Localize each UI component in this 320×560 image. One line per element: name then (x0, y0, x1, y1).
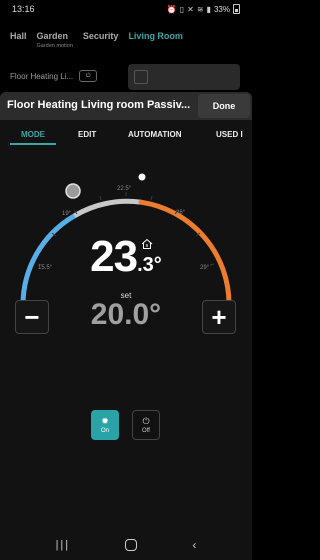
room-tab-label: Hall (10, 31, 27, 41)
status-icons: ⏰ ▯ ✕ ≋ ▮ 33% (167, 4, 240, 14)
room-tab-garden[interactable]: Garden Garden motion (37, 22, 73, 49)
increase-button[interactable]: + (202, 300, 236, 334)
current-temperature: 23.3° (0, 232, 252, 282)
power-icon: ⏻ (142, 415, 150, 426)
recents-icon[interactable]: ||| (56, 539, 71, 551)
done-button[interactable]: Done (198, 94, 250, 118)
vibrate-icon: ▯ (179, 4, 185, 14)
on-label: On (100, 427, 109, 434)
mute-icon: ✕ (187, 4, 194, 14)
setpoint-handle[interactable] (65, 183, 81, 199)
sheet-header: Floor Heating Living room Passiv... Done (0, 92, 252, 120)
device-card-label: Floor Heating Li... (10, 71, 74, 81)
home-thermometer-icon (141, 238, 153, 249)
room-tab-sublabel: Garden motion (36, 43, 73, 49)
status-bar: 13:16 ⏰ ▯ ✕ ≋ ▮ 33% (0, 0, 252, 18)
tab-mode[interactable]: MODE (21, 130, 45, 139)
power-toggle-icon[interactable]: ⏻ (79, 70, 98, 82)
current-temp-integer: 23 (90, 232, 138, 281)
sun-icon: ✹ (101, 415, 109, 426)
sheet-title: Floor Heating Living room Passiv... (7, 99, 191, 111)
alarm-icon: ⏰ (166, 4, 177, 14)
home-icon[interactable] (125, 539, 138, 551)
room-tab-label: Living Room (128, 31, 183, 41)
room-tab-hall[interactable]: Hall (10, 22, 27, 41)
tab-edit[interactable]: EDIT (78, 130, 96, 139)
room-tab-label: Garden (36, 31, 69, 41)
room-tab-label: Security (82, 31, 119, 41)
room-tab-living-room[interactable]: Living Room (128, 22, 183, 41)
status-time: 13:16 (12, 4, 35, 14)
tab-used-in[interactable]: USED I (216, 130, 243, 139)
battery-percent: 33% (213, 4, 230, 14)
room-tab-security[interactable]: Security (83, 22, 119, 41)
active-tab-indicator (10, 143, 56, 145)
on-button[interactable]: ✹ On (91, 410, 119, 440)
battery-icon (233, 4, 240, 14)
tab-automation[interactable]: AUTOMATION (128, 130, 181, 139)
current-temp-decimal: .3° (137, 254, 162, 276)
device-card-secondary[interactable] (128, 64, 240, 90)
mode-tabs: MODE EDIT AUTOMATION USED I (0, 128, 252, 148)
device-card-floor-heating[interactable]: Floor Heating Li... ⏻ (10, 64, 122, 88)
decrease-button[interactable]: − (15, 300, 49, 334)
signal-icon: ▮ (206, 4, 211, 14)
off-label: Off (142, 427, 150, 434)
off-button[interactable]: ⏻ Off (132, 410, 160, 440)
room-tabs: Hall Garden Garden motion Security Livin… (0, 22, 252, 56)
wifi-icon: ≋ (196, 4, 204, 14)
back-icon[interactable]: ‹ (192, 538, 196, 552)
navigation-bar: ||| ‹ (0, 530, 252, 560)
